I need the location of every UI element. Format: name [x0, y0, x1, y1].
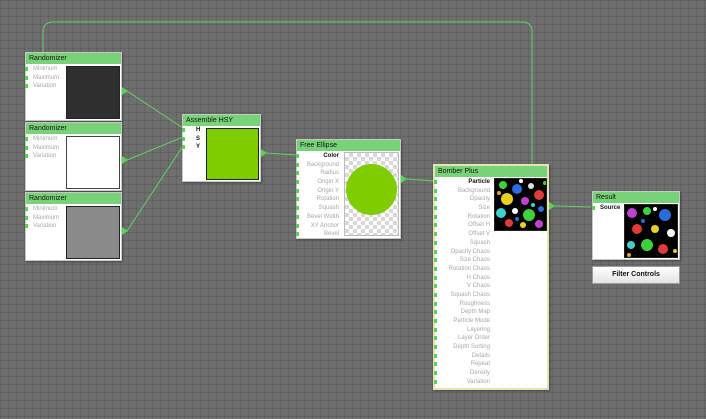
- port-offset-v[interactable]: Offset V: [434, 230, 493, 239]
- preview-thumbnail: [206, 128, 259, 180]
- port-squash-chaos[interactable]: Squash Chaos: [434, 291, 493, 300]
- port-origin-x[interactable]: Origin X: [296, 178, 342, 187]
- node-title: Randomizer: [26, 123, 121, 134]
- wire-bomber-to-source: [553, 205, 592, 208]
- port-bevel-width[interactable]: Bevel Width: [296, 213, 342, 222]
- port-particle[interactable]: Particle: [434, 178, 493, 187]
- filter-controls-button[interactable]: Filter Controls: [592, 266, 680, 284]
- node-title: Randomizer: [26, 193, 121, 204]
- port-variation[interactable]: Variation: [434, 378, 493, 387]
- port-squash[interactable]: Squash: [434, 239, 493, 248]
- randomizer-node-2[interactable]: Randomizer Minimum Maximum Variation: [25, 122, 122, 191]
- output-port-arrow[interactable]: [122, 87, 128, 95]
- port-repeat[interactable]: Repeat: [434, 360, 493, 369]
- node-title: Randomizer: [26, 53, 121, 64]
- port-layering[interactable]: Layering: [434, 326, 493, 335]
- port-particle-mode[interactable]: Particle Mode: [434, 317, 493, 326]
- port-v-chaos[interactable]: V Chaos: [434, 282, 493, 291]
- port-opacity-chaos[interactable]: Opacity Chaos: [434, 248, 493, 257]
- port-squash[interactable]: Squash: [296, 204, 342, 213]
- node-title: Assemble HSY: [183, 115, 260, 126]
- port-layer-order[interactable]: Layer Order: [434, 334, 493, 343]
- output-port-arrow[interactable]: [549, 202, 555, 210]
- port-size[interactable]: Size: [434, 204, 493, 213]
- node-title: Bomber Plus: [435, 166, 547, 177]
- randomizer-node-1[interactable]: Randomizer Minimum Maximum Variation: [25, 52, 122, 121]
- wire-rand3-to-y: [126, 145, 184, 232]
- bomber-preview-image: [496, 179, 546, 228]
- preview-thumbnail: [494, 178, 547, 231]
- output-port-arrow[interactable]: [261, 149, 267, 157]
- port-depth-map[interactable]: Depth Map: [434, 308, 493, 317]
- result-node[interactable]: Result Source: [592, 191, 680, 260]
- port-rotation[interactable]: Rotation: [434, 213, 493, 222]
- preview-thumbnail: [66, 136, 120, 189]
- port-origin-y[interactable]: Origin Y: [296, 187, 342, 196]
- port-depth-sorting[interactable]: Depth Sorting: [434, 343, 493, 352]
- output-port-arrow[interactable]: [122, 227, 128, 235]
- port-xy-anchor[interactable]: XY Anchor: [296, 222, 342, 231]
- output-port-arrow[interactable]: [401, 175, 407, 183]
- port-offset-h[interactable]: Offset H: [434, 221, 493, 230]
- preview-thumbnail: [66, 206, 120, 259]
- preview-thumbnail: [66, 66, 120, 119]
- ellipse-shape: [346, 164, 397, 215]
- node-title: Free Ellipse: [297, 140, 400, 151]
- port-density[interactable]: Density: [434, 369, 493, 378]
- port-list: Particle Background Opacity Size Rotatio…: [434, 178, 493, 387]
- port-rotation[interactable]: Rotation: [296, 195, 342, 204]
- preview-thumbnail: [624, 204, 678, 258]
- free-ellipse-node[interactable]: Free Ellipse Color Background Radius Ori…: [296, 139, 401, 239]
- wire-ellipse-to-particle: [405, 178, 436, 182]
- output-port-arrow[interactable]: [122, 156, 128, 164]
- port-background[interactable]: Background: [296, 161, 342, 170]
- port-color[interactable]: Color: [296, 152, 342, 161]
- node-title: Result: [593, 192, 679, 203]
- wire-rand2-to-s: [126, 136, 184, 161]
- wire-rand1-to-h: [126, 90, 184, 129]
- bomber-plus-node[interactable]: Bomber Plus Particle Background Opacity …: [433, 164, 549, 390]
- preview-thumbnail: [344, 152, 399, 236]
- port-background[interactable]: Background: [434, 187, 493, 196]
- result-preview-image: [627, 207, 677, 257]
- port-details[interactable]: Details: [434, 352, 493, 361]
- randomizer-node-3[interactable]: Randomizer Minimum Maximum Variation: [25, 192, 122, 261]
- port-h-chaos[interactable]: H Chaos: [434, 274, 493, 283]
- port-bevel[interactable]: Bevel: [296, 230, 342, 239]
- port-size-chaos[interactable]: Size Chaos: [434, 256, 493, 265]
- port-roughness[interactable]: Roughness: [434, 300, 493, 309]
- assemble-hsy-node[interactable]: Assemble HSY H S Y: [182, 114, 261, 182]
- port-radius[interactable]: Radius: [296, 169, 342, 178]
- port-rotation-chaos[interactable]: Rotation Chaos: [434, 265, 493, 274]
- port-list: Color Background Radius Origin X Origin …: [296, 152, 342, 239]
- port-opacity[interactable]: Opacity: [434, 195, 493, 204]
- wire-hsy-to-color: [265, 152, 298, 156]
